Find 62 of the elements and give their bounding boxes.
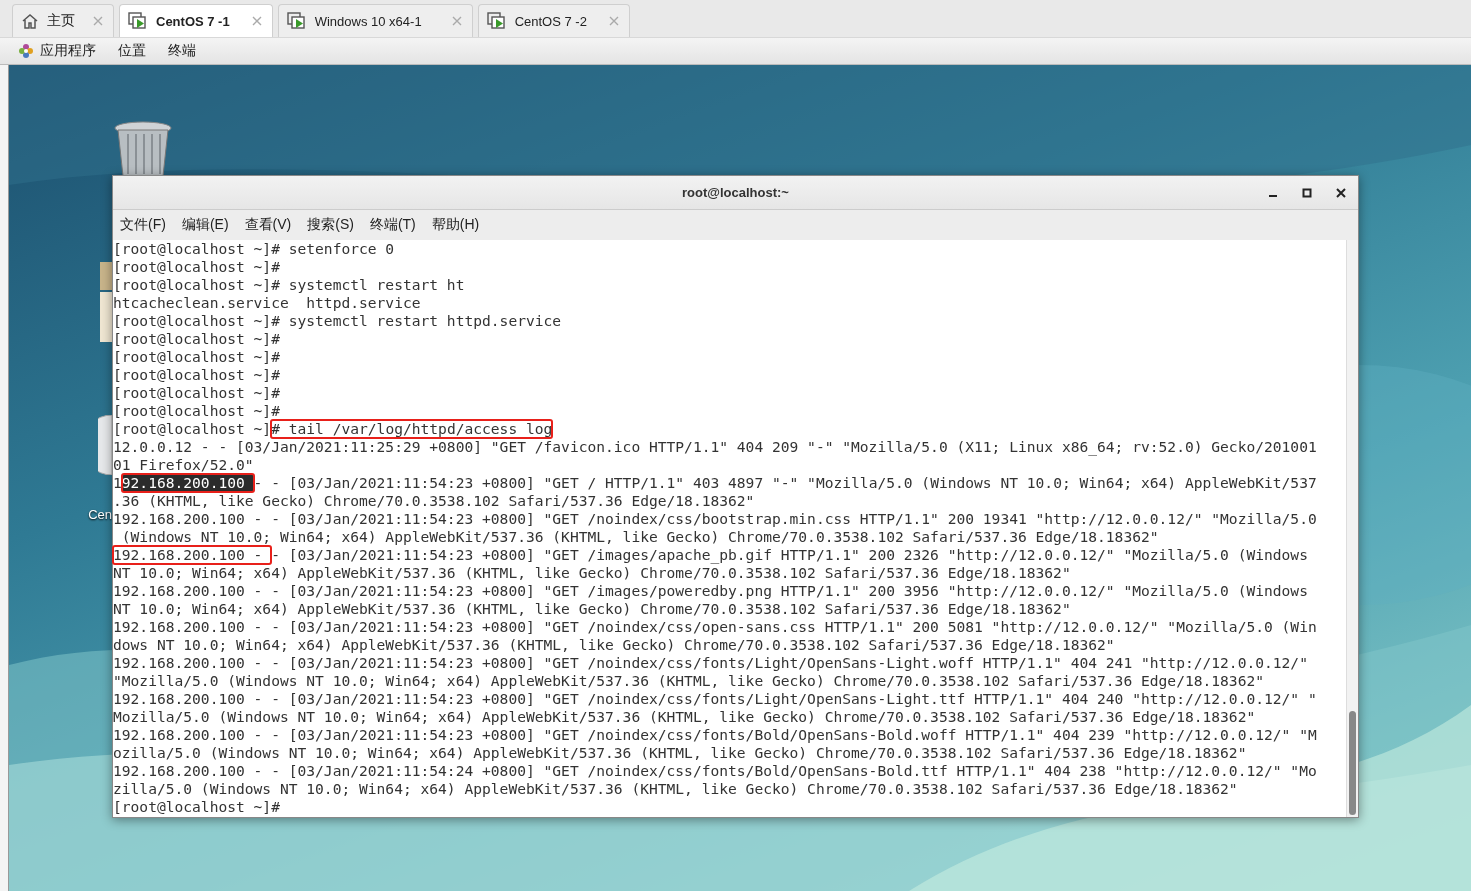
- terminal-line: 192.168.200.100 - - [03/Jan/2021:11:54:23 +0800] "GET /images/poweredby.png HTTP/1.1" 200 3956 "http://12.0.0.12/" "Mozilla/5.0 (Windows: [113, 582, 1309, 600]
- terminal-line: 192.168.200.100 - - [03/Jan/2021:11:54:23 +0800] "GET /noindex/css/fonts/Bold/OpenSans-Bold.woff HTTP/1.1" 404 239 "http://12.0.0.12/" "M: [113, 726, 1318, 744]
- scrollbar-thumb[interactable]: [1349, 711, 1356, 815]
- terminal-line: [root@localhost ~]#: [113, 384, 281, 402]
- terminal-line: [root@localhost ~]#: [113, 258, 281, 276]
- terminal-line: zilla/5.0 (Windows NT 10.0; Win64; x64) AppleWebKit/537.36 (KHTML, like Gecko) Chrome/70.0.3538.102 Safari/537.36 Edge/18.18362": [113, 780, 1239, 798]
- terminal-line: ozilla/5.0 (Windows NT 10.0; Win64; x64) AppleWebKit/537.36 (KHTML, like Gecko) Chrome/70.0.3538.102 Safari/537.36 Edge/18.18362": [113, 744, 1248, 762]
- terminal-line: 01 Firefox/52.0": [113, 456, 255, 474]
- terminal-line: 192.168.200.100 - - [03/Jan/2021:11:54:23 +0800] "GET /noindex/css/fonts/Light/OpenSans-Light.woff HTTP/1.1" 404 241 "http://12.0.0.12/": [113, 654, 1309, 672]
- terminal-line: [root@localhost ~]# setenforce 0: [113, 240, 396, 258]
- terminal-text: - - [03/Jan/2021:11:54:23 +0800] "GET / HTTP/1.1" 403 4897 "-" "Mozilla/5.0 (Windows NT 10.0; Win64; x64) AppleWebKit/537: [253, 474, 1317, 491]
- terminal-line: [root@localhost ~]#: [113, 366, 281, 384]
- virtual-machine-icon: [128, 12, 148, 30]
- terminal-text: [root@localhost ~]: [113, 420, 272, 437]
- terminal-line: [root@localhost ~]# systemctl restart httpd.service: [113, 312, 563, 330]
- window-title: root@localhost:~: [682, 185, 789, 200]
- terminal-line: 12.0.0.12 - - [03/Jan/2021:11:25:29 +0800] "GET /favicon.ico HTTP/1.1" 404 209 "-" "Mozilla/5.0 (X11; Linux x86_64; rv:52.0) Gecko/201001: [113, 438, 1318, 456]
- terminal-line: .36 (KHTML, like Gecko) Chrome/70.0.3538.102 Safari/537.36 Edge/18.18362": [113, 492, 756, 510]
- terminal-line: 192.168.200.100 - - [03/Jan/2021:11:54:24 +0800] "GET /noindex/css/fonts/Bold/OpenSans-Bold.ttf HTTP/1.1" 404 238 "http://12.0.0.12/" "Mo: [113, 762, 1318, 780]
- terminal-line: htcacheclean.service httpd.service: [113, 294, 422, 312]
- top-bar-menu[interactable]: 位置: [118, 42, 146, 60]
- tab[interactable]: Windows 10 x64-1: [277, 4, 473, 37]
- virtual-machine-icon: [486, 12, 507, 30]
- terminal-text: 192.168.200.100 -: [113, 546, 264, 563]
- terminal-line: [root@localhost ~]#: [113, 330, 281, 348]
- menu-item[interactable]: 编辑(E): [181, 216, 229, 234]
- menu-item[interactable]: 文件(F): [120, 216, 166, 234]
- terminal-line: [root@localhost ~]# systemctl restart ht: [113, 276, 466, 294]
- menu-item[interactable]: 搜索(S): [307, 216, 354, 234]
- terminal-line: 192.168.200.100 - - [03/Jan/2021:11:54:23 +0800] "GET /noindex/css/bootstrap.min.css HTTP/1.1" 200 19341 "http://12.0.0.12/" "Mozilla/5.0: [113, 510, 1318, 528]
- menu-item[interactable]: 终端(T): [369, 216, 416, 234]
- scrollbar[interactable]: [1346, 240, 1358, 817]
- terminal-line: [root@localhost ~]#: [113, 348, 281, 366]
- top-bar-menu[interactable]: 应用程序: [40, 42, 96, 60]
- menu-item[interactable]: 查看(V): [244, 216, 292, 234]
- close-icon[interactable]: [1336, 188, 1346, 198]
- terminal-line: 192.168.200.100 - - [03/Jan/2021:11:54:23 +0800] "GET /noindex/css/open-sans.css HTTP/1.1" 200 5081 "http://12.0.0.12/" "Mozilla/5.0 (Win: [113, 618, 1318, 636]
- icon-label: Cen: [88, 507, 112, 522]
- menu-item[interactable]: 帮助(H): [431, 216, 480, 234]
- tab[interactable]: CentOS 7 -2: [477, 4, 630, 37]
- virtual-machine-icon: [286, 12, 307, 30]
- terminal-line: dows NT 10.0; Win64; x64) AppleWebKit/537.36 (KHTML, like Gecko) Chrome/70.0.3538.102 Safari/537.36 Edge/18.18362": [113, 636, 1116, 654]
- trash-icon[interactable]: [113, 120, 173, 176]
- terminal-line: [root@localhost ~]#: [113, 798, 281, 816]
- maximize-icon[interactable]: [1302, 188, 1312, 198]
- terminal-text: # tail /var/log/httpd/access_log: [271, 420, 553, 437]
- terminal-line: 192.168.200.100 - - [03/Jan/2021:11:54:23 +0800] "GET /noindex/css/fonts/Light/OpenSans-Light.ttf HTTP/1.1" 404 240 "http://12.0.0.12/" ": [113, 690, 1318, 708]
- tab[interactable]: CentOS 7 -1: [119, 4, 273, 37]
- top-bar-menu[interactable]: 终端: [168, 42, 196, 60]
- terminal-line: Mozilla/5.0 (Windows NT 10.0; Win64; x64) AppleWebKit/537.36 (KHTML, like Gecko) Chrome/70.0.3538.102 Safari/537.36 Edge/18.18362": [113, 708, 1257, 726]
- home-icon: [21, 12, 39, 30]
- file-icon[interactable]: [100, 262, 112, 342]
- terminal-line: NT 10.0; Win64; x64) AppleWebKit/537.36 (KHTML, like Gecko) Chrome/70.0.3538.102 Safari/537.36 Edge/18.18362": [113, 564, 1072, 582]
- terminal-line: NT 10.0; Win64; x64) AppleWebKit/537.36 (KHTML, like Gecko) Chrome/70.0.3538.102 Safari/537.36 Edge/18.18362": [113, 600, 1072, 618]
- selected-text: 92.168.200.100: [121, 474, 254, 491]
- terminal-line: (Windows NT 10.0; Win64; x64) AppleWebKit/537.36 (KHTML, like Gecko) Chrome/70.0.3538.102 Safari/537.36 Edge/18.18362": [120, 528, 1160, 546]
- terminal-line: "Mozilla/5.0 (Windows NT 10.0; Win64; x64) AppleWebKit/537.36 (KHTML, like Gecko) Chrome/70.0.3538.102 Safari/537.36 Edge/18.18362": [113, 672, 1265, 690]
- tab[interactable]: 主页: [12, 4, 114, 37]
- applications-icon: [18, 43, 34, 59]
- terminal-line: [root@localhost ~]#: [113, 402, 281, 420]
- terminal-text: 1: [113, 474, 122, 491]
- terminal-text: - [03/Jan/2021:11:54:23 +0800] "GET /images/apache_pb.gif HTTP/1.1" 200 2326 "http://12.0.0.12/" "Mozilla/5.0 (Windows: [271, 546, 1308, 563]
